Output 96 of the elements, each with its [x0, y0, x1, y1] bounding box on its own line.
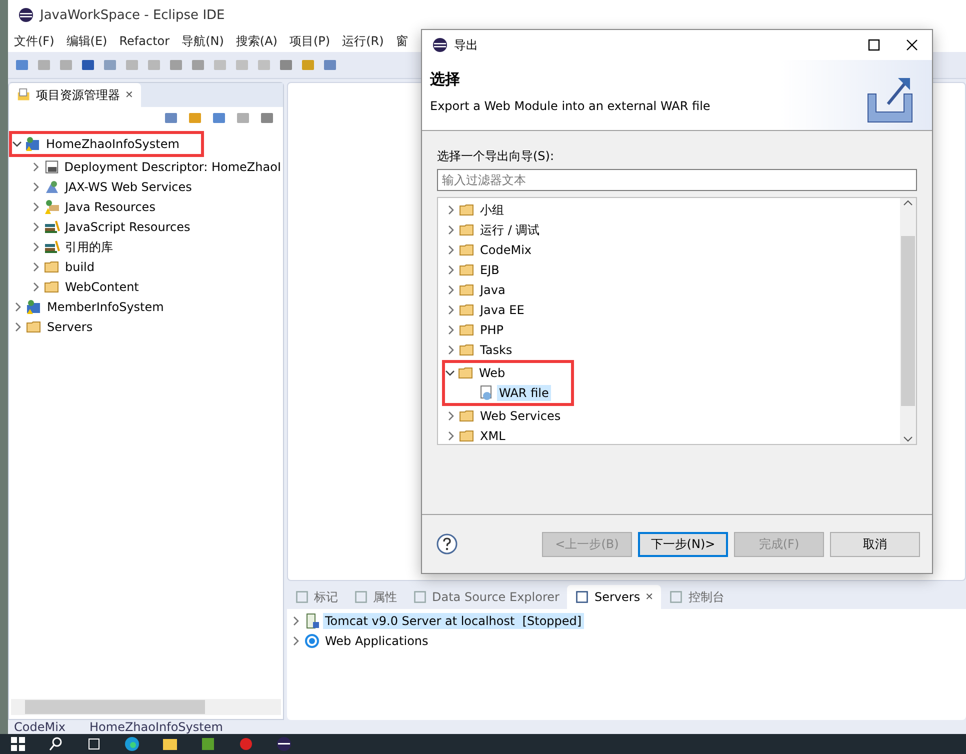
tree-item[interactable]: MemberInfoSystem	[13, 297, 283, 317]
tree-item[interactable]: 小组	[446, 200, 900, 220]
tree-item[interactable]: 引用的库	[13, 237, 283, 257]
eclipse-logo-icon	[432, 37, 448, 53]
explorer-tab[interactable]: 项目资源管理器 ✕	[9, 83, 142, 107]
status-text: HomeZhaoInfoSystem	[90, 720, 223, 734]
descriptor-icon	[44, 159, 60, 175]
folder-icon	[459, 322, 475, 338]
vertical-scrollbar[interactable]	[900, 198, 916, 444]
view-icon	[295, 590, 309, 604]
tree-item[interactable]: WebContent	[13, 277, 283, 297]
view-tab[interactable]: 属性	[346, 585, 405, 609]
tree-item[interactable]: JAX-WS Web Services	[13, 177, 283, 197]
tree-item[interactable]: PHP	[446, 320, 900, 340]
tree-item[interactable]: build	[13, 257, 283, 277]
horizontal-scrollbar[interactable]	[11, 699, 281, 715]
eclipse-logo-icon[interactable]	[276, 736, 292, 752]
dialog-button[interactable]: 下一步(N)>	[638, 532, 728, 556]
close-icon[interactable]	[906, 39, 918, 51]
menu-item[interactable]: 项目(P)	[289, 32, 330, 50]
folder-icon	[44, 259, 60, 275]
menu-item[interactable]: 运行(R)	[342, 32, 384, 50]
war-file-icon	[478, 385, 494, 401]
tree-item[interactable]: Web Applications	[291, 631, 966, 651]
tree-item[interactable]: WAR file	[445, 383, 551, 403]
menu-item[interactable]: 导航(N)	[182, 32, 224, 50]
page-heading: 选择	[430, 70, 461, 89]
tree-item[interactable]: Tomcat v9.0 Server at localhost [Stopped]	[291, 611, 966, 631]
folder-icon	[459, 302, 475, 318]
view-tab[interactable]: 控制台	[661, 585, 732, 609]
folder-icon	[459, 342, 475, 358]
tree-item[interactable]: Web Services	[446, 406, 900, 426]
view-icon	[413, 590, 427, 604]
window-title: JavaWorkSpace - Eclipse IDE	[40, 8, 225, 22]
browser-icon[interactable]	[124, 736, 140, 752]
scroll-up-icon[interactable]	[903, 198, 913, 208]
tree-item[interactable]: Tasks	[446, 340, 900, 360]
menu-item[interactable]: 搜索(A)	[236, 32, 278, 50]
windows-start-icon[interactable]	[10, 736, 26, 752]
dialog-title: 导出	[454, 36, 478, 54]
page-description: Export a Web Module into an external WAR file	[430, 99, 712, 113]
folder-icon	[459, 222, 475, 238]
view-tab[interactable]: Servers ✕	[567, 585, 662, 609]
filter-field[interactable]: 输入过滤器文本	[437, 169, 917, 191]
view-icon	[575, 590, 590, 604]
help-icon[interactable]	[436, 533, 458, 555]
project-icon	[26, 299, 42, 315]
menu-item[interactable]: 编辑(E)	[66, 32, 108, 50]
folder-icon	[459, 282, 475, 298]
status-text: CodeMix	[14, 720, 66, 734]
view-icon	[669, 590, 684, 604]
view-tab[interactable]: Data Source Explorer	[405, 585, 568, 609]
close-icon[interactable]: ✕	[645, 592, 654, 602]
tree-item[interactable]: Web	[445, 363, 551, 383]
folder-icon	[459, 428, 475, 444]
menu-item[interactable]: Refactor	[119, 34, 170, 48]
folder-icon	[44, 279, 60, 295]
tree-item[interactable]: Java EE	[446, 300, 900, 320]
folder-icon	[459, 202, 475, 218]
folder-icon	[459, 262, 475, 278]
books-icon	[44, 239, 60, 255]
tree-item[interactable]: JavaScript Resources	[13, 217, 283, 237]
folder-icon	[17, 88, 31, 102]
dialog-button[interactable]: 取消	[830, 532, 920, 556]
tree-item[interactable]: Deployment Descriptor: HomeZhaoI	[13, 157, 283, 177]
tree-item[interactable]: Java Resources	[13, 197, 283, 217]
target-icon	[304, 633, 320, 649]
close-icon[interactable]: ✕	[125, 90, 134, 100]
tree-item[interactable]: HomeZhaoInfoSystem	[12, 134, 182, 154]
eclipse-logo-icon	[18, 7, 34, 23]
tree-item[interactable]: Java	[446, 280, 900, 300]
app-icon[interactable]	[238, 736, 254, 752]
java-resources-icon	[44, 199, 60, 215]
folder-icon	[459, 408, 475, 424]
tree-item[interactable]: Servers	[13, 317, 283, 337]
tree-item[interactable]: CodeMix	[446, 240, 900, 260]
tree-item[interactable]: EJB	[446, 260, 900, 280]
view-icon	[354, 590, 368, 604]
project-icon	[25, 136, 41, 152]
menu-item[interactable]: 窗	[396, 32, 408, 50]
tree-item[interactable]: XML	[446, 426, 900, 446]
maximize-icon[interactable]	[868, 39, 880, 51]
scroll-down-icon[interactable]	[903, 434, 913, 444]
folder-icon	[458, 365, 474, 381]
tree-item[interactable]: 运行 / 调试	[446, 220, 900, 240]
wizard-label: 选择一个导出向导(S):	[437, 148, 556, 165]
folder-icon	[26, 319, 42, 335]
folder-icon	[459, 242, 475, 258]
view-tab[interactable]: 标记	[287, 585, 346, 609]
task-view-icon[interactable]	[86, 736, 102, 752]
app-icon[interactable]	[200, 736, 216, 752]
search-icon[interactable]	[48, 736, 64, 752]
server-icon	[304, 613, 320, 629]
books-icon	[44, 219, 60, 235]
menu-item[interactable]: 文件(F)	[14, 32, 54, 50]
services-icon	[44, 179, 60, 195]
